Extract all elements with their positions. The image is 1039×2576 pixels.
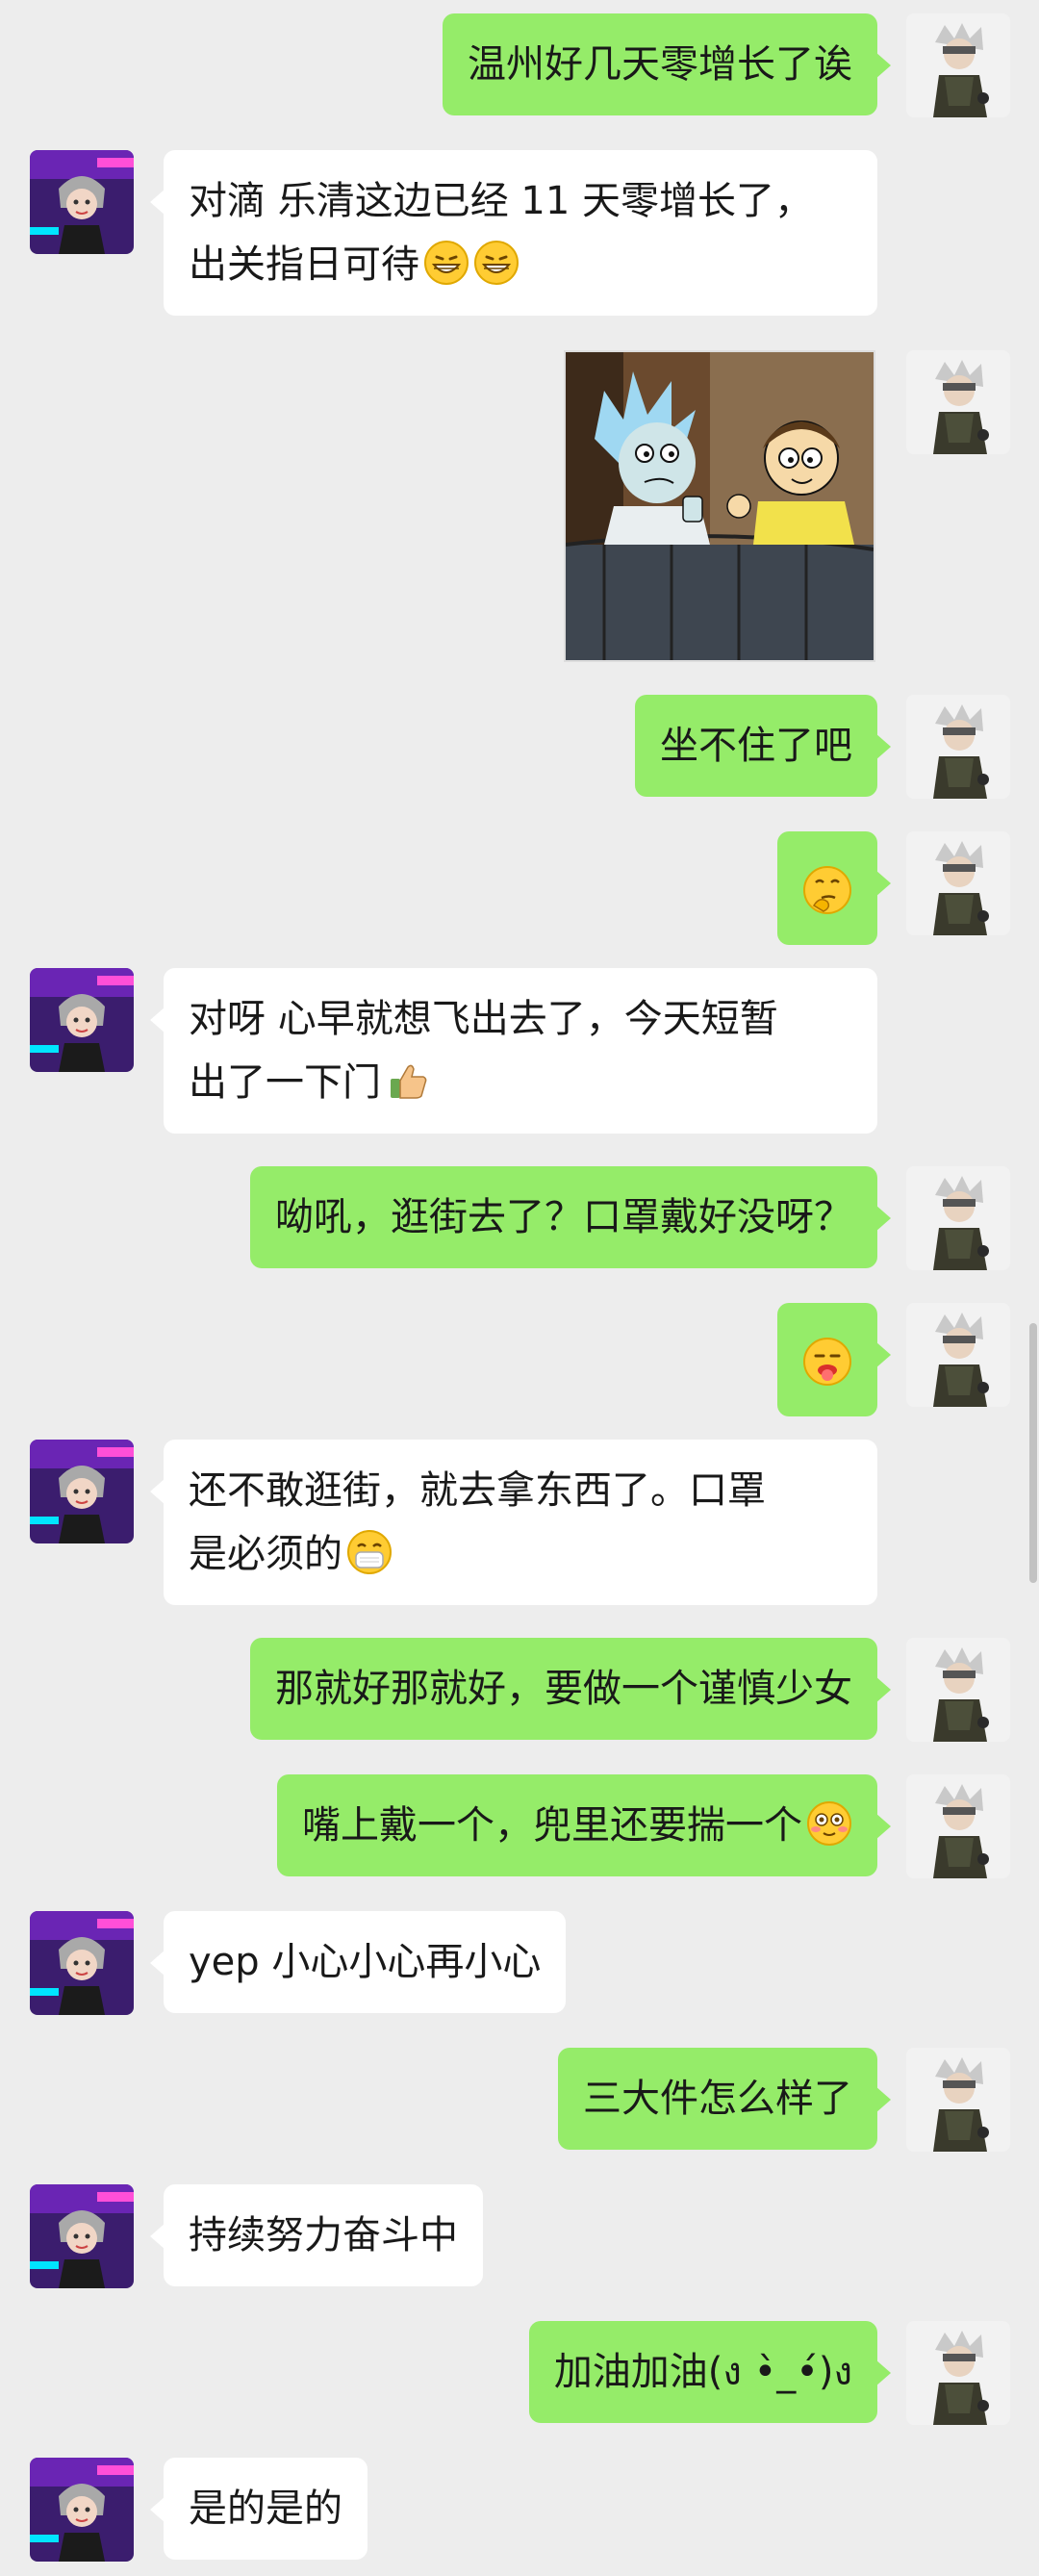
message-text: 坐不住了吧 — [660, 724, 852, 768]
message-bubble[interactable]: 还不敢逛街，就去拿东西了。口罩 是必须的 — [150, 1440, 877, 1605]
message-bubble[interactable]: 温州好几天零增长了诶 — [443, 13, 891, 115]
contact-avatar[interactable] — [30, 1440, 134, 1543]
contact-avatar[interactable] — [30, 1911, 134, 2015]
grin-icon — [424, 241, 469, 285]
message-bubble[interactable]: 加油加油(ง •̀_•́)ง — [528, 2321, 892, 2423]
message-bubble[interactable]: 那就好那就好，要做一个谨慎少女 — [250, 1638, 891, 1740]
cartoon-sticker-image[interactable] — [564, 350, 875, 662]
my-avatar[interactable] — [906, 695, 1010, 799]
contact-avatar[interactable] — [30, 2184, 134, 2288]
message-text: 嘴上戴一个，兜里还要揣一个 — [302, 1803, 802, 1848]
my-avatar[interactable] — [906, 1303, 1010, 1407]
sticking-tongue-icon — [803, 1338, 851, 1386]
thumbs-up-icon — [391, 1064, 427, 1099]
my-avatar[interactable] — [906, 350, 1010, 454]
thinking-face-icon — [803, 866, 851, 914]
message-text-line: 是必须的 — [189, 1522, 852, 1586]
my-avatar[interactable] — [906, 1638, 1010, 1742]
my-avatar[interactable] — [906, 1166, 1010, 1270]
message-text: 温州好几天零增长了诶 — [468, 42, 852, 87]
mask-face-icon — [347, 1530, 392, 1574]
message-bubble[interactable]: 持续努力奋斗中 — [150, 2184, 483, 2286]
message-bubble[interactable] — [777, 1303, 891, 1416]
contact-avatar[interactable] — [30, 150, 134, 254]
my-avatar[interactable] — [906, 831, 1010, 935]
message-text: 三大件怎么样了 — [583, 2077, 852, 2121]
message-bubble[interactable]: 嘴上戴一个，兜里还要揣一个 — [277, 1774, 891, 1876]
message-text-line: 对滴 乐清这边已经 11 天零增长了， — [189, 179, 814, 223]
message-text: yep 小心小心再小心 — [189, 1940, 542, 1984]
message-bubble[interactable] — [777, 831, 891, 945]
message-text-line: 还不敢逛街，就去拿东西了。口罩 — [189, 1468, 766, 1513]
message-text-line: 对呀 心早就想飞出去了，今天短暂 — [189, 997, 778, 1041]
my-avatar[interactable] — [906, 2321, 1010, 2425]
flushed-face-icon — [807, 1801, 851, 1846]
message-bubble[interactable]: 对滴 乐清这边已经 11 天零增长了， 出关指日可待 — [150, 150, 877, 316]
message-bubble[interactable]: yep 小心小心再小心 — [149, 1911, 567, 2013]
message-text: 呦吼，逛街去了？口罩戴好没呀？ — [275, 1195, 852, 1239]
message-bubble[interactable]: 对呀 心早就想飞出去了，今天短暂 出了一下门 — [150, 968, 877, 1134]
scrollbar[interactable] — [1029, 1323, 1037, 1583]
message-text-line: 出了一下门 — [189, 1051, 852, 1114]
message-bubble[interactable]: 是的是的 — [150, 2458, 367, 2560]
message-bubble[interactable]: 坐不住了吧 — [635, 695, 891, 797]
message-text: 是的是的 — [189, 2487, 342, 2531]
message-bubble[interactable]: 三大件怎么样了 — [558, 2048, 891, 2150]
message-text-line: 出关指日可待 — [189, 233, 852, 296]
chat-view[interactable]: 温州好几天零增长了诶 对滴 乐清这边已经 11 天零增长了， 出关指日可待 坐不… — [0, 0, 1039, 2576]
message-text: 加油加油(ง •̀_•́)ง — [553, 2350, 852, 2394]
contact-avatar[interactable] — [30, 2458, 134, 2562]
message-text: 持续努力奋斗中 — [189, 2213, 458, 2257]
my-avatar[interactable] — [906, 13, 1010, 117]
my-avatar[interactable] — [906, 1774, 1010, 1878]
message-bubble[interactable]: 呦吼，逛街去了？口罩戴好没呀？ — [250, 1166, 891, 1268]
grin-icon — [474, 241, 519, 285]
contact-avatar[interactable] — [30, 968, 134, 1072]
my-avatar[interactable] — [906, 2048, 1010, 2152]
message-text: 那就好那就好，要做一个谨慎少女 — [275, 1667, 852, 1711]
